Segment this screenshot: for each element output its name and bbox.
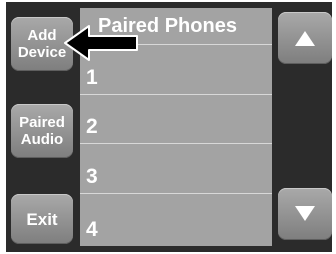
- paired-audio-label: Paired Audio: [19, 114, 65, 148]
- list-item[interactable]: 2: [80, 95, 272, 144]
- display-screen: Add Device Paired Audio Exit Paired Phon…: [0, 0, 336, 254]
- paired-audio-button[interactable]: Paired Audio: [11, 104, 73, 158]
- callout-arrow-icon: [64, 25, 138, 61]
- scroll-up-button[interactable]: [278, 12, 332, 64]
- list-item[interactable]: 3: [80, 144, 272, 194]
- paired-audio-label-line2: Audio: [20, 131, 64, 148]
- add-device-label-line2: Device: [17, 44, 67, 61]
- triangle-up-icon: [295, 31, 315, 46]
- exit-label: Exit: [26, 209, 58, 229]
- scroll-down-button[interactable]: [278, 188, 332, 240]
- triangle-down-icon: [295, 206, 315, 221]
- add-device-label: Add Device: [18, 27, 66, 61]
- list-item[interactable]: 4: [80, 194, 272, 246]
- list-item-number: 4: [86, 218, 98, 241]
- list-item-number: 1: [86, 66, 98, 89]
- paired-audio-label-line1: Paired: [19, 114, 65, 131]
- list-item-number: 2: [86, 115, 98, 138]
- add-device-label-line1: Add: [27, 27, 57, 44]
- exit-button[interactable]: Exit: [11, 194, 73, 244]
- list-item-number: 3: [86, 165, 98, 188]
